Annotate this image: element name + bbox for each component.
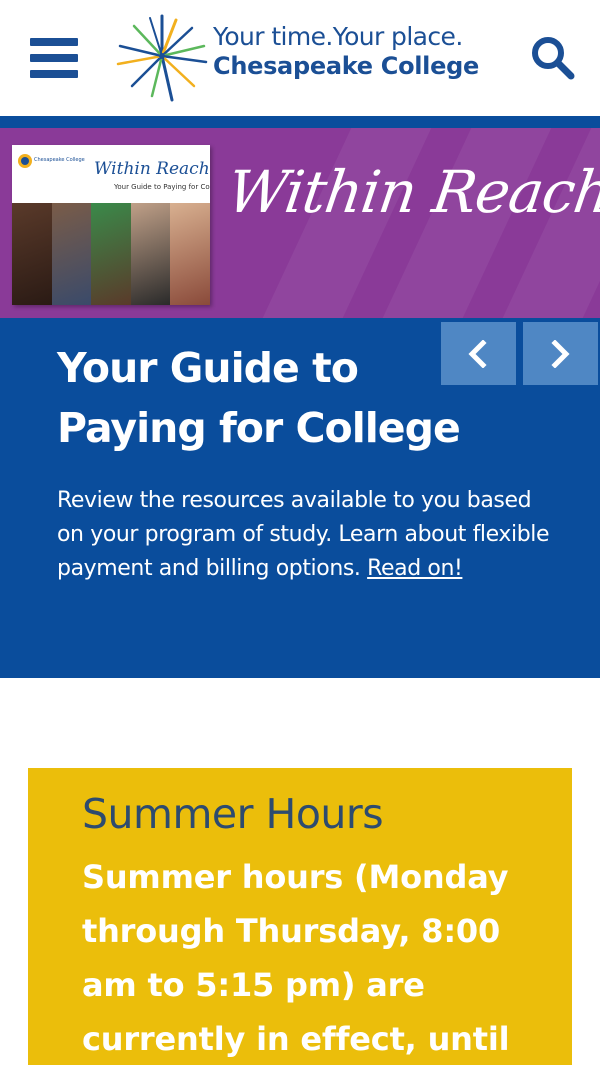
booklet-title: Within Reach [94, 159, 210, 179]
logo-college-name: Chesapeake College [213, 52, 479, 80]
booklet-logo-icon [18, 154, 32, 168]
hero-body-text: Review the resources available to you ba… [57, 488, 550, 581]
carousel-next-button[interactable] [523, 322, 598, 385]
hamburger-menu-icon[interactable] [30, 38, 80, 80]
search-icon[interactable] [528, 33, 576, 81]
header-divider [0, 116, 600, 128]
booklet-photo-strip [12, 203, 210, 305]
site-header: Your time.Your place. Chesapeake College [0, 0, 600, 116]
read-on-link[interactable]: Read on! [367, 556, 463, 581]
guide-booklet-image: Chesapeake College Within Reach Your Gui… [12, 145, 210, 305]
banner-script-title: Within Reach [223, 158, 600, 226]
summer-hours-text: Summer hours (Monday through Thursday, 8… [82, 858, 510, 1058]
chevron-left-icon [468, 340, 487, 368]
hero-description: Review the resources available to you ba… [57, 484, 557, 586]
logo-tagline: Your time.Your place. [213, 22, 463, 51]
carousel-prev-button[interactable] [441, 322, 516, 385]
hero-heading: Your Guide to Paying for College [57, 344, 461, 452]
starburst-logo-icon [116, 14, 208, 102]
summer-hours-notice: Summer Hours Summer hours (Monday throug… [28, 768, 572, 1065]
summer-hours-title: Summer Hours [82, 790, 384, 838]
college-logo[interactable]: Your time.Your place. Chesapeake College [115, 10, 485, 104]
booklet-college-name: Chesapeake College [34, 157, 85, 163]
chevron-right-icon [551, 340, 570, 368]
booklet-subtitle: Your Guide to Paying for College [114, 183, 210, 191]
